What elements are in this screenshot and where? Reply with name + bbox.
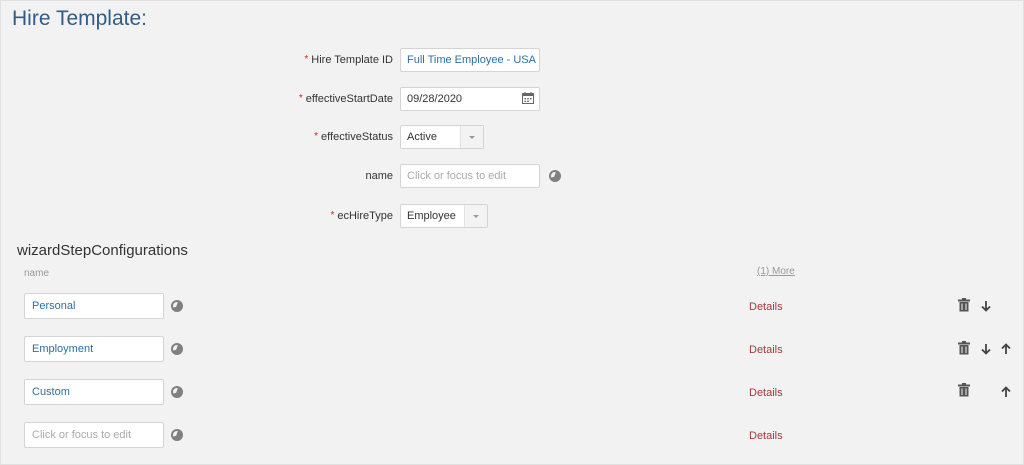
globe-icon[interactable] [171,300,183,312]
globe-icon[interactable] [171,343,183,355]
hire-template-id-label-text: Hire Template ID [311,54,393,66]
details-link[interactable]: Details [749,344,783,356]
ec-hire-type-label: * ecHireType [330,210,393,222]
trash-icon[interactable] [957,298,971,312]
trash-icon[interactable] [957,341,971,355]
wizard-step-name-custom[interactable]: Custom [24,379,164,405]
wizard-step-name-personal[interactable]: Personal [24,293,164,319]
ec-hire-type-select[interactable]: Employee [400,204,488,228]
calendar-icon[interactable] [522,92,534,104]
chevron-down-icon[interactable] [460,126,483,148]
effective-start-date-value: 09/28/2020 [407,93,463,105]
wizard-step-name-new[interactable]: Click or focus to edit [24,422,164,448]
details-link[interactable]: Details [749,301,783,313]
name-label: name [365,170,393,182]
required-marker: * [304,54,309,65]
name-field[interactable]: Click or focus to edit [400,164,540,188]
arrow-down-icon[interactable] [980,343,992,355]
effective-start-date-field[interactable]: 09/28/2020 [400,87,540,111]
globe-icon[interactable] [549,170,561,182]
effective-status-value: Active [407,131,437,143]
details-link[interactable]: Details [749,387,783,399]
globe-icon[interactable] [171,429,183,441]
arrow-up-icon[interactable] [1000,343,1012,355]
effective-start-date-label-text: effectiveStartDate [305,93,393,105]
effective-status-select[interactable]: Active [400,125,484,149]
effective-status-label: * effectiveStatus [314,131,393,143]
arrow-down-icon[interactable] [980,300,992,312]
details-link[interactable]: Details [749,430,783,442]
column-header-name: name [24,268,50,279]
required-marker: * [330,210,335,221]
ec-hire-type-value: Employee [407,210,456,222]
chevron-down-icon[interactable] [464,205,487,227]
section-title: wizardStepConfigurations [17,242,188,259]
effective-status-label-text: effectiveStatus [321,131,393,143]
required-marker: * [314,131,319,142]
wizard-step-name-employment[interactable]: Employment [24,336,164,362]
more-columns-link[interactable]: (1) More [757,266,795,277]
hire-template-id-label: * Hire Template ID [304,54,393,66]
effective-start-date-label: * effectiveStartDate [299,93,393,105]
hire-template-id-field[interactable]: Full Time Employee - USA [400,48,540,72]
globe-icon[interactable] [171,386,183,398]
required-marker: * [298,93,303,104]
ec-hire-type-label-text: ecHireType [337,210,393,222]
trash-icon[interactable] [957,383,971,397]
page-title: Hire Template: [12,7,148,30]
arrow-up-icon[interactable] [1000,386,1012,398]
